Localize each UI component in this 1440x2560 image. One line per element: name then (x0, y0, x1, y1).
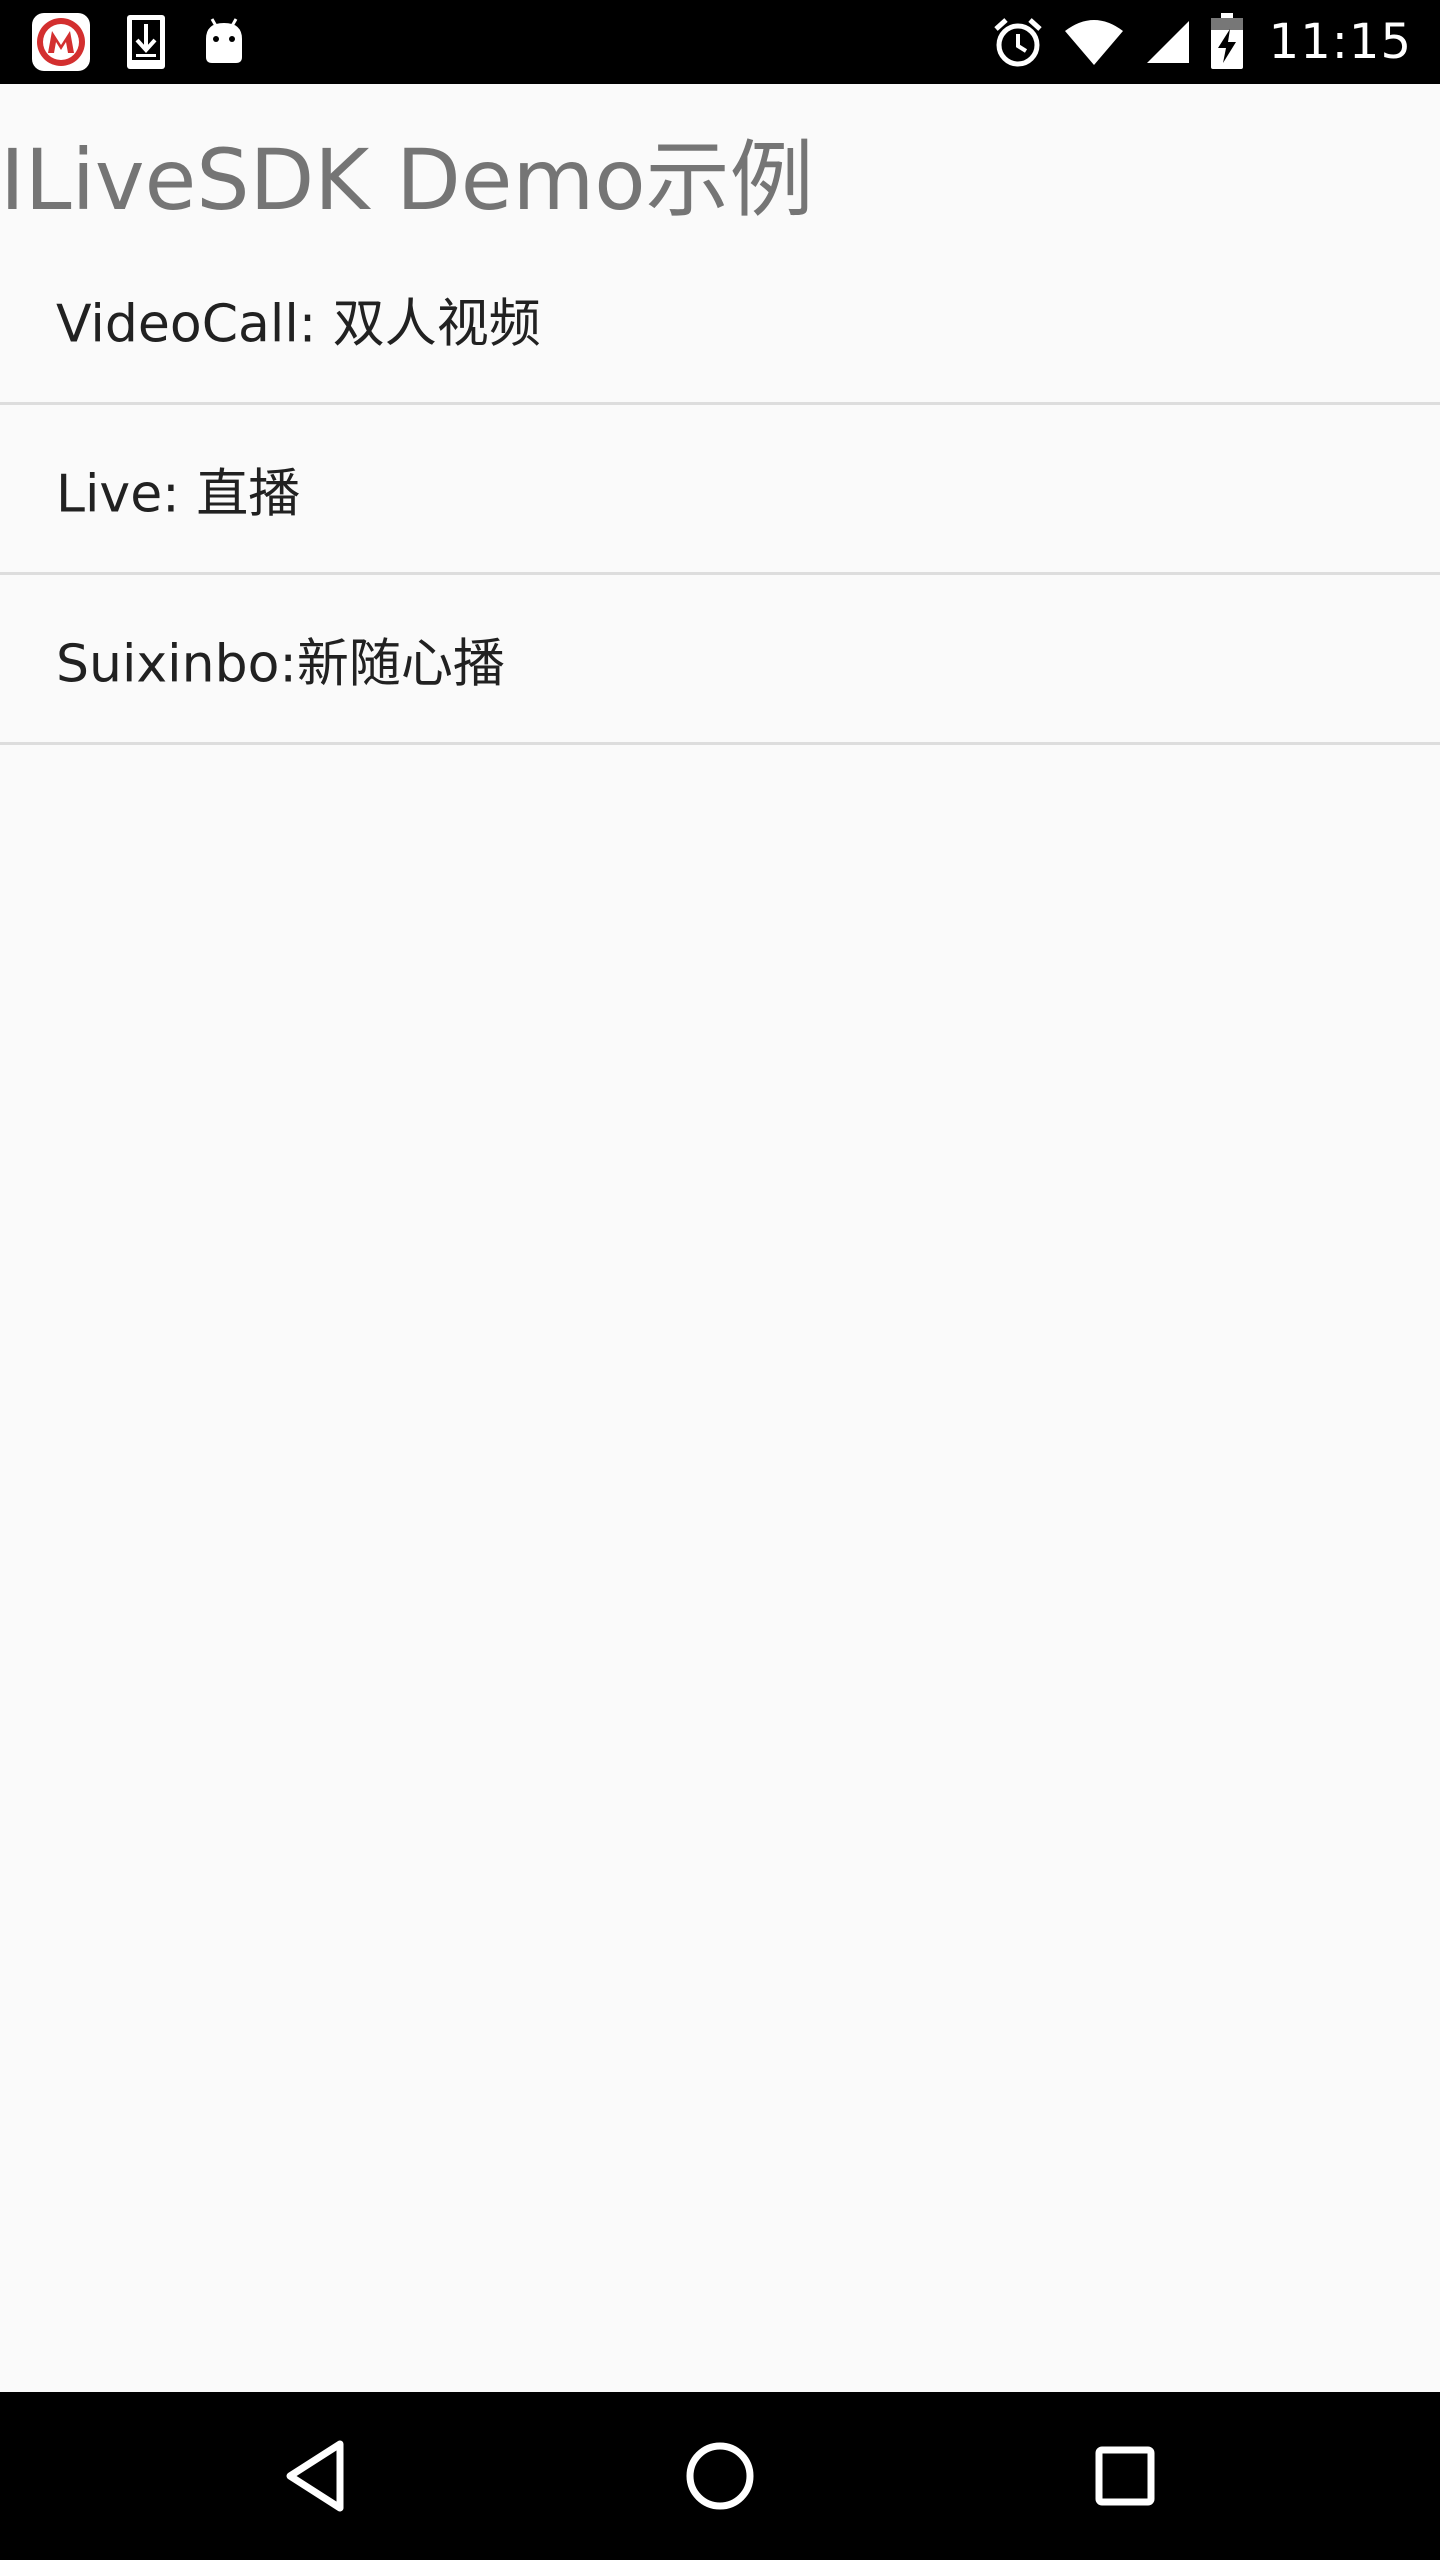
status-bar: 11:15 (0, 0, 1440, 84)
menu-item-live[interactable]: Live: 直播 (0, 405, 1440, 575)
app-logo-icon (32, 13, 90, 71)
home-button[interactable] (620, 2392, 820, 2560)
back-button[interactable] (215, 2392, 415, 2560)
battery-charging-icon (1210, 13, 1243, 69)
menu-item-label: VideoCall: 双人视频 (56, 294, 541, 354)
demo-menu-list: VideoCall: 双人视频 Live: 直播 Suixinbo:新随心播 (0, 235, 1440, 745)
menu-item-suixinbo[interactable]: Suixinbo:新随心播 (0, 575, 1440, 745)
recents-icon (1095, 2446, 1155, 2506)
menu-item-label: Live: 直播 (56, 464, 301, 524)
menu-item-videocall[interactable]: VideoCall: 双人视频 (0, 235, 1440, 405)
system-status-area: 11:15 (991, 0, 1412, 84)
wifi-icon (1064, 20, 1123, 65)
page-title: ILiveSDK Demo示例 (0, 131, 814, 229)
android-icon (206, 18, 242, 63)
download-icon (127, 15, 165, 69)
signal-icon (1146, 21, 1189, 63)
clock: 11:15 (1268, 14, 1412, 70)
home-icon (686, 2442, 754, 2510)
back-icon (286, 2440, 344, 2512)
notification-area (30, 12, 248, 72)
navigation-bar (0, 2392, 1440, 2560)
recents-button[interactable] (1025, 2392, 1225, 2560)
menu-item-label: Suixinbo:新随心播 (56, 634, 505, 694)
alarm-icon (993, 18, 1042, 67)
